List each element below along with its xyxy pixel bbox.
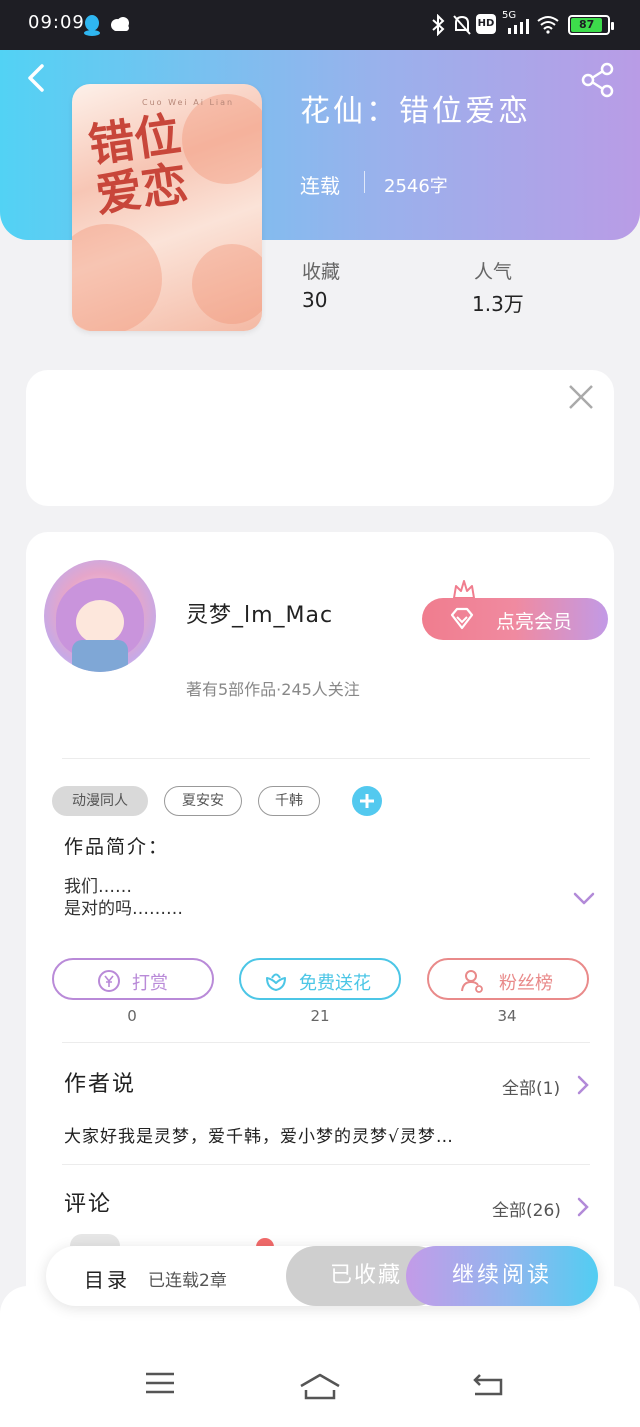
- author-says-all-link[interactable]: 全部(1): [502, 1074, 560, 1099]
- home-icon[interactable]: [298, 1372, 342, 1402]
- status-time: 09:09: [28, 12, 85, 33]
- intro-line: 是对的吗………: [64, 899, 183, 919]
- user-icon: [461, 970, 483, 993]
- author-says-text[interactable]: 大家好我是灵梦，爱千韩，爱小梦的灵梦√灵梦…: [64, 1122, 454, 1147]
- comments-all-link[interactable]: 全部(26): [492, 1196, 561, 1221]
- share-button[interactable]: [580, 62, 616, 98]
- chapters-text: 已连载2章: [148, 1271, 227, 1291]
- yuan-coin-icon: [98, 970, 120, 992]
- tag-item[interactable]: 动漫同人: [52, 786, 148, 816]
- system-nav-bar: [0, 1286, 640, 1427]
- weather-cloud-icon: [111, 17, 129, 31]
- back-nav-icon[interactable]: [472, 1372, 504, 1398]
- author-says-title: 作者说: [64, 1072, 137, 1097]
- cover-subtitle: Cuo Wei Ai Lian: [142, 98, 235, 107]
- tip-count: 0: [127, 1007, 137, 1025]
- continue-reading-button[interactable]: 继续阅读: [406, 1246, 598, 1306]
- tip-label: 打赏: [132, 973, 168, 994]
- divider: [62, 1042, 590, 1043]
- chevron-right-icon[interactable]: [576, 1074, 590, 1096]
- book-title: 花仙：错位爱恋: [300, 94, 531, 129]
- send-flower-button[interactable]: 免费送花: [239, 958, 401, 1000]
- add-tag-button[interactable]: [352, 786, 382, 816]
- menu-icon[interactable]: [144, 1370, 176, 1396]
- author-avatar[interactable]: [44, 560, 156, 672]
- comment-avatar: [70, 1234, 120, 1246]
- popularity-value: 1.3万: [472, 292, 524, 316]
- author-meta: 著有5部作品·245人关注: [186, 680, 360, 699]
- crown-icon: [453, 580, 475, 599]
- vip-button[interactable]: 点亮会员: [422, 598, 608, 640]
- send-flower-label: 免费送花: [299, 973, 371, 994]
- diamond-icon: [450, 607, 474, 630]
- divider: [62, 1164, 590, 1165]
- comments-title: 评论: [64, 1192, 113, 1217]
- qq-icon: [84, 15, 100, 36]
- hd-icon: HD: [476, 14, 496, 34]
- toc-button[interactable]: 目录: [84, 1264, 130, 1293]
- tip-button[interactable]: 打赏: [52, 958, 214, 1000]
- fan-ranking-button[interactable]: 粉丝榜: [427, 958, 589, 1000]
- divider: [62, 758, 590, 759]
- cover-title: 错位爱恋: [85, 106, 191, 223]
- fan-count: 34: [497, 1007, 517, 1025]
- plus-icon: [360, 794, 374, 808]
- flower-icon: [266, 973, 286, 991]
- author-name[interactable]: 灵梦_lm_Mac: [186, 597, 333, 629]
- mute-bell-icon: [453, 15, 471, 35]
- status-bar: 09:09 HD 5G 87: [0, 0, 640, 50]
- word-count: 2546字: [384, 176, 448, 197]
- serial-status: 连载: [300, 174, 340, 198]
- divider: [364, 171, 365, 193]
- popularity-label: 人气: [474, 261, 513, 283]
- battery-icon: 87: [568, 15, 614, 35]
- tag-item[interactable]: 夏安安: [164, 786, 242, 816]
- close-ad-button[interactable]: [566, 382, 596, 412]
- favorites-value: 30: [302, 288, 328, 312]
- ad-card: [26, 370, 614, 506]
- battery-level: 87: [571, 18, 603, 32]
- book-cover[interactable]: Cuo Wei Ai Lian 错位爱恋: [72, 84, 262, 331]
- chevron-right-icon[interactable]: [576, 1196, 590, 1218]
- flower-count: 21: [310, 1007, 330, 1025]
- vip-button-label: 点亮会员: [496, 611, 573, 633]
- bluetooth-icon: [432, 14, 445, 36]
- signal-icon: [508, 19, 529, 34]
- expand-intro-icon[interactable]: [572, 888, 596, 908]
- favorites-label: 收藏: [302, 261, 341, 283]
- tag-item[interactable]: 千韩: [258, 786, 320, 816]
- wifi-icon: [537, 16, 559, 34]
- fan-ranking-label: 粉丝榜: [499, 973, 553, 994]
- back-button[interactable]: [22, 62, 54, 94]
- intro-label: 作品简介：: [64, 836, 170, 858]
